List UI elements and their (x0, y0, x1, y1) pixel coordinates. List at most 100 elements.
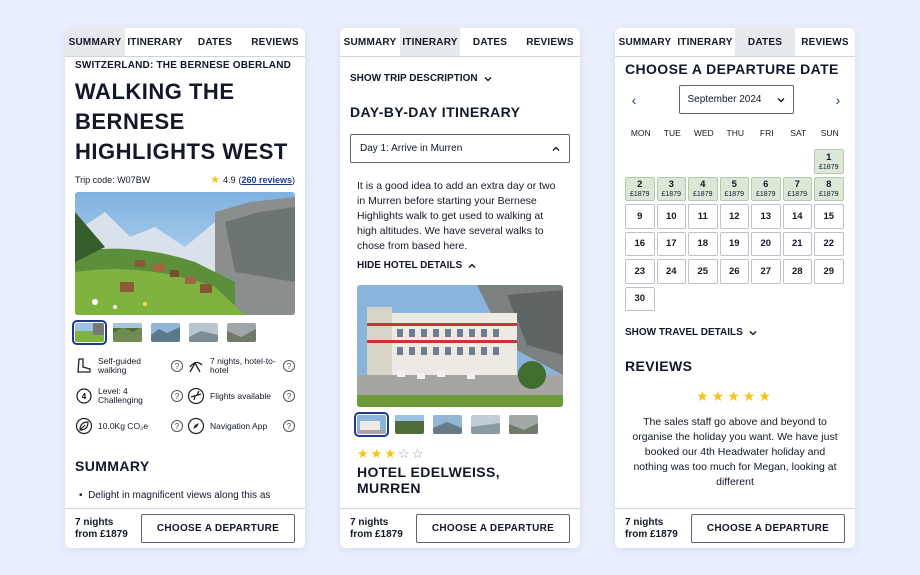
calendar-day[interactable]: 11 (688, 204, 718, 229)
thumbnail[interactable] (189, 323, 218, 342)
day-number: 15 (823, 210, 835, 222)
calendar-day-available[interactable]: 3 £1879 (656, 176, 686, 201)
tab-bar: SUMMARY ITINERARY DATES REVIEWS (340, 28, 580, 57)
itinerary-heading: DAY-BY-DAY ITINERARY (350, 104, 521, 120)
tab-reviews[interactable]: REVIEWS (520, 28, 580, 56)
day-number: 27 (760, 265, 772, 277)
next-month-icon[interactable]: › (831, 92, 845, 108)
tab-itinerary[interactable]: ITINERARY (400, 28, 460, 56)
calendar-day-available[interactable]: 8 £1879 (814, 176, 844, 201)
chevron-up-icon (468, 263, 476, 268)
thumbnail[interactable] (395, 415, 424, 434)
calendar-day[interactable]: 28 (782, 259, 812, 284)
day-number: 5 (731, 179, 737, 191)
calendar-day[interactable]: 18 (688, 231, 718, 256)
feature-item: Navigation App ? (187, 414, 295, 438)
prev-month-icon[interactable]: ‹ (627, 92, 641, 108)
calendar-day[interactable]: 30 (625, 286, 655, 311)
tab-reviews[interactable]: REVIEWS (795, 28, 855, 56)
thumbnail[interactable] (471, 415, 500, 434)
tab-reviews[interactable]: REVIEWS (245, 28, 305, 56)
calendar-day[interactable]: 26 (719, 259, 749, 284)
choose-departure-button[interactable]: CHOOSE A DEPARTURE (416, 514, 570, 543)
calendar-day[interactable]: 20 (751, 231, 781, 256)
thumbnail[interactable] (227, 323, 256, 342)
calendar-day-available[interactable]: 6 £1879 (751, 176, 781, 201)
day-number: 9 (637, 210, 643, 222)
thumbnail[interactable] (354, 412, 389, 437)
rating: ★ 4.9 (260 reviews) (210, 174, 295, 186)
info-icon[interactable]: ? (171, 420, 183, 432)
thumbnail[interactable] (151, 323, 180, 342)
thumbnail[interactable] (509, 415, 538, 434)
feature-label: Flights available (210, 390, 271, 401)
calendar-day[interactable]: 27 (751, 259, 781, 284)
weekday-label: FRI (759, 128, 774, 138)
tab-dates[interactable]: DATES (460, 28, 520, 56)
day-number: 26 (728, 265, 740, 277)
choose-departure-button[interactable]: CHOOSE A DEPARTURE (141, 514, 295, 543)
weekday-label: TUE (663, 128, 681, 138)
calendar-day-available[interactable]: 4 £1879 (688, 176, 718, 201)
thumbnail[interactable] (72, 320, 107, 345)
tab-summary[interactable]: SUMMARY (615, 28, 675, 56)
info-icon[interactable]: ? (283, 390, 295, 402)
calendar-day[interactable]: 10 (656, 204, 686, 229)
info-icon[interactable]: ? (283, 360, 295, 372)
calendar-day[interactable]: 21 (782, 231, 812, 256)
calendar-day[interactable]: 17 (656, 231, 686, 256)
feature-label: Navigation App (210, 420, 268, 431)
thumbnail[interactable] (433, 415, 462, 434)
tab-itinerary[interactable]: ITINERARY (125, 28, 185, 56)
calendar-day[interactable]: 25 (688, 259, 718, 284)
feature-label: Level: 4 Challenging (98, 386, 143, 405)
calendar-day-available[interactable]: 5 £1879 (719, 176, 749, 201)
toggle-label: SHOW TRAVEL DETAILS (625, 327, 743, 338)
calendar-day[interactable]: 24 (656, 259, 686, 284)
thumbnail[interactable] (113, 323, 142, 342)
calendar-day[interactable]: 14 (782, 204, 812, 229)
weekday-label: MON (630, 128, 651, 138)
calendar-day[interactable]: 9 (625, 204, 655, 229)
trip-region: SWITZERLAND: THE BERNESE OBERLAND (75, 60, 292, 71)
choose-departure-button[interactable]: CHOOSE A DEPARTURE (691, 514, 845, 543)
day-number: 14 (791, 210, 803, 222)
calendar-day[interactable]: 15 (814, 204, 844, 229)
calendar-day[interactable]: 23 (625, 259, 655, 284)
info-icon[interactable]: ? (171, 360, 183, 372)
day-number: 1 (826, 151, 832, 163)
show-trip-description-toggle[interactable]: SHOW TRIP DESCRIPTION (340, 57, 580, 84)
calendar-day[interactable]: 16 (625, 231, 655, 256)
calendar-day-available[interactable]: 1 £1879 (814, 149, 844, 174)
tab-summary[interactable]: SUMMARY (340, 28, 400, 56)
day-number: 23 (634, 265, 646, 277)
info-icon[interactable]: ? (283, 420, 295, 432)
tab-summary[interactable]: SUMMARY (65, 28, 125, 56)
calendar-day[interactable]: 22 (814, 231, 844, 256)
calendar-day-available[interactable]: 2 £1879 (625, 176, 655, 201)
reviews-link[interactable]: 260 reviews (241, 175, 292, 185)
month-select[interactable]: September 2024 (678, 85, 794, 114)
hero-image[interactable] (75, 192, 295, 315)
hotel-star-rating: ★★★☆☆ (340, 434, 580, 462)
calendar-day[interactable]: 13 (751, 204, 781, 229)
show-travel-details-toggle[interactable]: SHOW TRAVEL DETAILS (615, 311, 855, 338)
day-number: 16 (634, 238, 646, 250)
weekday-label: SUN (820, 128, 839, 138)
tab-itinerary[interactable]: ITINERARY (675, 28, 735, 56)
day-select[interactable]: Day 1: Arrive in Murren (350, 134, 570, 163)
calendar-day[interactable]: 19 (719, 231, 749, 256)
day-number: 29 (823, 265, 835, 277)
info-icon[interactable]: ? (171, 390, 183, 402)
price-summary: 7 nights from £1879 (350, 517, 416, 541)
hotel-image[interactable] (357, 285, 563, 407)
calendar-day-available[interactable]: 7 £1879 (782, 176, 812, 201)
calendar-day[interactable]: 12 (719, 204, 749, 229)
tab-dates[interactable]: DATES (735, 28, 795, 56)
toggle-label: HIDE HOTEL DETAILS (357, 260, 463, 271)
day-price: £1879 (819, 191, 839, 199)
image-thumbnails (65, 315, 305, 345)
calendar-day[interactable]: 29 (814, 259, 844, 284)
hide-hotel-details-toggle[interactable]: HIDE HOTEL DETAILS (340, 254, 580, 271)
tab-dates[interactable]: DATES (185, 28, 245, 56)
